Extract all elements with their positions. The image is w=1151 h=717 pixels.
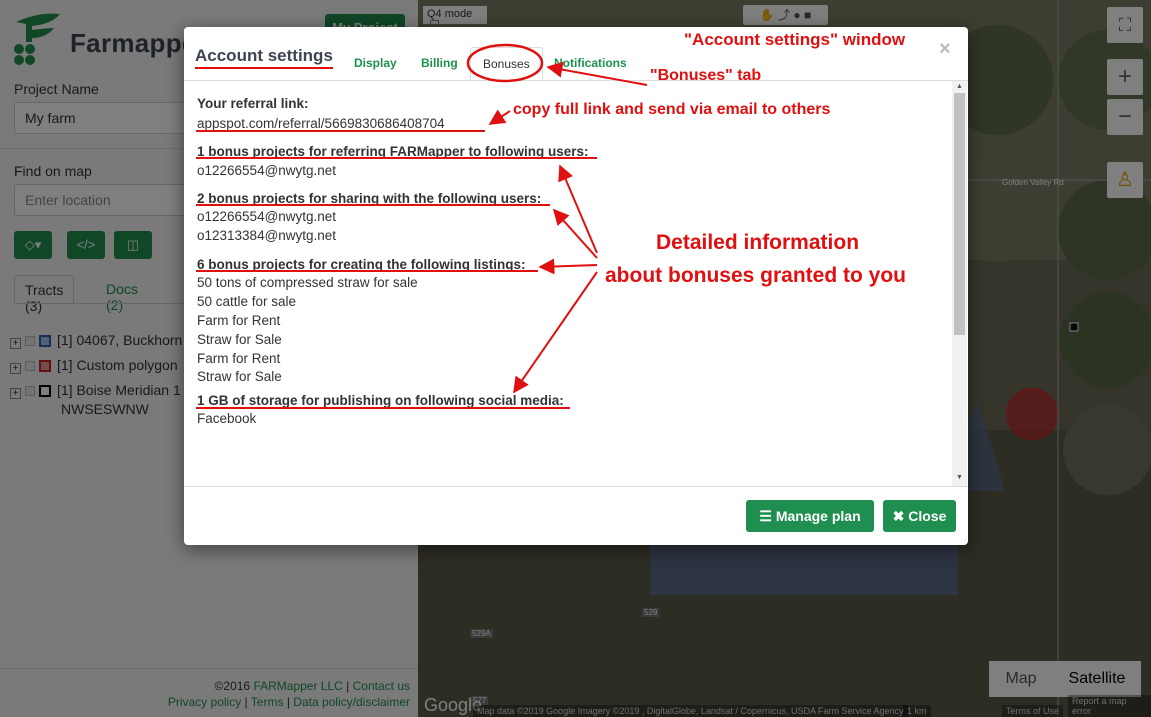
annotation-link-note: copy full link and send via email to oth… <box>513 101 831 118</box>
list-item: Straw for Sale <box>197 332 282 347</box>
tab-bonuses[interactable]: Bonuses <box>470 47 543 81</box>
section-title-listings: 6 bonus projects for creating the follow… <box>197 257 526 272</box>
manage-plan-label: Manage plan <box>775 508 861 524</box>
section-title-referring: 1 bonus projects for referring FARMapper… <box>197 144 589 159</box>
section-title-social: 1 GB of storage for publishing on follow… <box>197 393 564 408</box>
tab-billing[interactable]: Billing <box>421 56 458 70</box>
manage-plan-button[interactable]: ☰ Manage plan <box>746 500 874 532</box>
scroll-thumb[interactable] <box>954 93 965 335</box>
list-item: Farm for Rent <box>197 313 281 328</box>
modal-title: Account settings <box>195 46 333 65</box>
tab-notifications[interactable]: Notifications <box>554 56 627 70</box>
list-item: o12313384@nwytg.net <box>197 228 337 243</box>
list-item: 50 cattle for sale <box>197 294 297 309</box>
close-button[interactable]: ✖ Close <box>883 500 956 532</box>
list-item: 50 tons of compressed straw for sale <box>197 275 418 290</box>
close-label: Close <box>908 508 947 524</box>
annotation-window-note: "Account settings" window <box>684 30 906 49</box>
list-item: Farm for Rent <box>197 351 281 366</box>
annotation-tab-note: "Bonuses" tab <box>650 67 762 84</box>
list-item: o12266554@nwytg.net <box>197 209 337 224</box>
section-title-sharing: 2 bonus projects for sharing with the fo… <box>197 191 542 206</box>
close-icon[interactable]: × <box>939 38 951 61</box>
scrollbar[interactable]: ▲ ▼ <box>952 81 967 486</box>
list-item: o12266554@nwytg.net <box>197 163 337 178</box>
annotation-detail-line-2: about bonuses granted to you <box>605 264 907 287</box>
list-item: Straw for Sale <box>197 369 282 384</box>
referral-label: Your referral link: <box>197 96 309 111</box>
list-item: Facebook <box>197 411 257 426</box>
x-icon: ✖ <box>892 508 905 524</box>
list-icon: ☰ <box>759 508 772 524</box>
scroll-down-icon[interactable]: ▼ <box>956 474 963 481</box>
scroll-up-icon[interactable]: ▲ <box>956 83 963 90</box>
referral-link[interactable]: appspot.com/referral/5669830686408704 <box>197 116 445 131</box>
annotation-detail-line-1: Detailed information <box>656 231 860 254</box>
tab-display[interactable]: Display <box>354 56 397 70</box>
